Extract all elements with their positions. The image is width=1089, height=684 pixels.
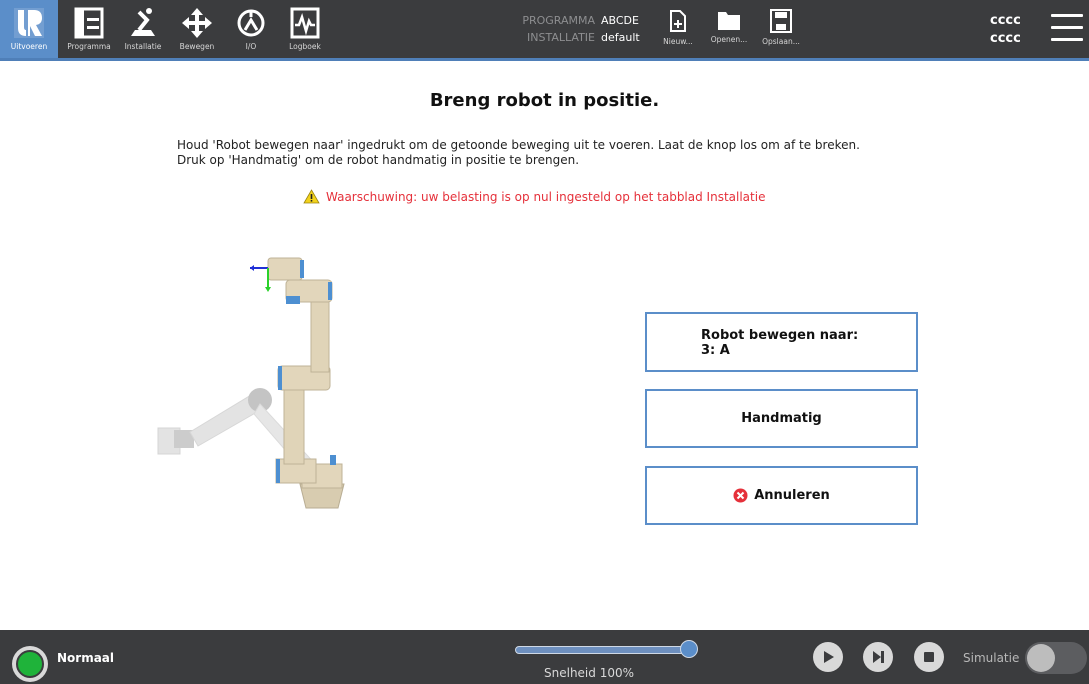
warning-text: Waarschuwing: uw belasting is op nul ing… — [326, 189, 766, 204]
save-program-button[interactable]: Opslaan... — [753, 0, 809, 58]
robot-status-icon[interactable] — [12, 646, 48, 682]
instructions: Houd 'Robot bewegen naar' ingedrukt om d… — [177, 138, 957, 168]
nav-move[interactable]: Bewegen — [168, 0, 226, 58]
ur-logo-icon — [14, 8, 44, 38]
folder-icon — [718, 12, 740, 30]
move-icon — [182, 8, 212, 38]
warning-icon — [303, 189, 320, 204]
simulation-toggle-knob — [1027, 644, 1055, 672]
user-line-2: cccc — [990, 31, 1021, 46]
program-key: PROGRAMMA — [522, 14, 595, 27]
simulation-toggle[interactable] — [1025, 642, 1087, 674]
play-button[interactable] — [813, 642, 843, 672]
user-line-1: cccc — [990, 13, 1021, 28]
speed-label: Snelheid 100% — [544, 666, 634, 680]
program-info: PROGRAMMA ABCDE INSTALLATIE default — [506, 12, 661, 46]
play-icon — [824, 651, 834, 663]
nav-program[interactable]: Programma — [60, 0, 118, 58]
new-file-icon — [670, 10, 686, 32]
nav-run[interactable]: Uitvoeren — [0, 0, 58, 58]
step-icon — [873, 651, 884, 663]
page-title: Breng robot in positie. — [429, 90, 660, 111]
manual-button-label: Handmatig — [741, 411, 822, 426]
installation-key: INSTALLATIE — [527, 31, 595, 44]
nav-installation[interactable]: Installatie — [114, 0, 172, 58]
new-program-button[interactable]: Nieuw... — [650, 0, 706, 58]
instruction-line-2: Druk op 'Handmatig' om de robot handmati… — [177, 153, 580, 167]
nav-io[interactable]: I/O — [222, 0, 280, 58]
nav-log[interactable]: Logboek — [276, 0, 334, 58]
instruction-line-1: Houd 'Robot bewegen naar' ingedrukt om d… — [177, 138, 860, 152]
save-icon — [770, 9, 792, 33]
cancel-icon — [733, 488, 748, 503]
speed-slider-handle[interactable] — [680, 640, 698, 658]
hamburger-menu-icon[interactable] — [1051, 14, 1083, 42]
user-info: cccc cccc — [990, 12, 1021, 48]
move-button-label: Robot bewegen naar: — [701, 328, 859, 343]
log-icon — [290, 7, 320, 39]
cancel-button-label: Annuleren — [754, 488, 830, 503]
move-button-target: 3: A — [701, 343, 730, 358]
installation-icon — [131, 8, 155, 36]
warning-message: Waarschuwing: uw belasting is op nul ing… — [303, 189, 765, 204]
stop-button[interactable] — [914, 642, 944, 672]
step-button[interactable] — [863, 642, 893, 672]
open-program-button[interactable]: Openen... — [701, 0, 757, 58]
top-bar: Uitvoeren Programma Installatie Bewegen — [0, 0, 1089, 58]
stop-icon — [924, 652, 934, 662]
robot-status-text: Normaal — [57, 651, 115, 665]
simulation-label: Simulatie — [963, 651, 1020, 665]
speed-slider[interactable] — [515, 646, 691, 654]
topbar-accent-line — [0, 58, 1089, 61]
cancel-button[interactable]: Annuleren — [645, 466, 918, 525]
move-robot-to-button[interactable]: Robot bewegen naar: 3: A — [645, 312, 918, 372]
manual-button[interactable]: Handmatig — [645, 389, 918, 448]
robot-arm — [250, 257, 345, 509]
io-icon — [237, 9, 265, 37]
program-icon — [74, 7, 104, 39]
bottom-bar: Normaal Snelheid 100% Simulatie — [0, 630, 1089, 684]
robot-3d-view — [157, 257, 345, 509]
